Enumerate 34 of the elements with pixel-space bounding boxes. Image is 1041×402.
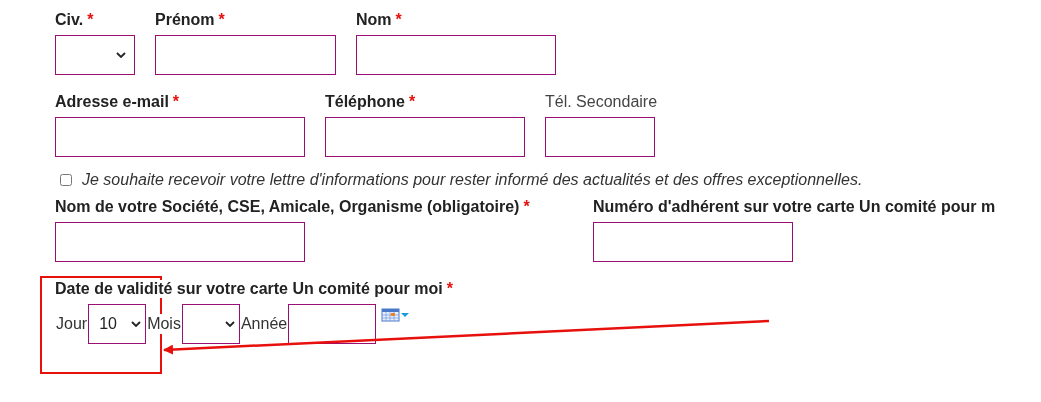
select-field[interactable] xyxy=(181,304,240,344)
field-label: Civ. xyxy=(55,11,84,29)
chevron-icon xyxy=(224,321,235,327)
field-label: Prénom xyxy=(155,11,215,29)
field-label: Nom xyxy=(356,11,392,29)
text-field[interactable] xyxy=(356,35,556,75)
field-label: Numéro d'adhérent sur votre carte Un comité pour m xyxy=(593,198,996,216)
select-field[interactable] xyxy=(55,35,135,75)
calendar-icon[interactable] xyxy=(381,308,412,322)
field-label: Adresse e-mail xyxy=(55,93,169,111)
newsletter-label: Je souhaite recevoir votre lettre d'informations pour rester informé des actualités et des offres exceptionnelles. xyxy=(82,171,863,189)
required-asterisk: * xyxy=(218,11,225,29)
field-label: Tél. Secondaire xyxy=(545,93,658,111)
required-asterisk: * xyxy=(87,11,94,29)
text-field[interactable] xyxy=(545,117,655,157)
text-field[interactable] xyxy=(55,117,305,157)
field-label: Téléphone xyxy=(325,93,405,111)
date-part-label: Mois xyxy=(146,314,182,334)
required-asterisk: * xyxy=(409,93,416,111)
text-field[interactable] xyxy=(55,222,305,262)
text-field[interactable] xyxy=(155,35,336,75)
text-field[interactable] xyxy=(593,222,793,262)
field-label: Date de validité sur votre carte Un comité pour moi xyxy=(55,280,443,298)
required-asterisk: * xyxy=(395,11,402,29)
field-label: Nom de votre Société, CSE, Amicale, Organisme (obligatoire) xyxy=(55,198,520,216)
text-field[interactable] xyxy=(325,117,525,157)
required-asterisk: * xyxy=(446,280,453,298)
select-field[interactable]: 10 xyxy=(88,304,147,344)
text-field[interactable] xyxy=(288,304,377,344)
chevron-icon xyxy=(131,321,142,327)
newsletter-checkbox[interactable] xyxy=(60,174,72,186)
required-asterisk: * xyxy=(172,93,180,111)
chevron-icon xyxy=(116,52,126,58)
required-asterisk: * xyxy=(523,198,530,216)
